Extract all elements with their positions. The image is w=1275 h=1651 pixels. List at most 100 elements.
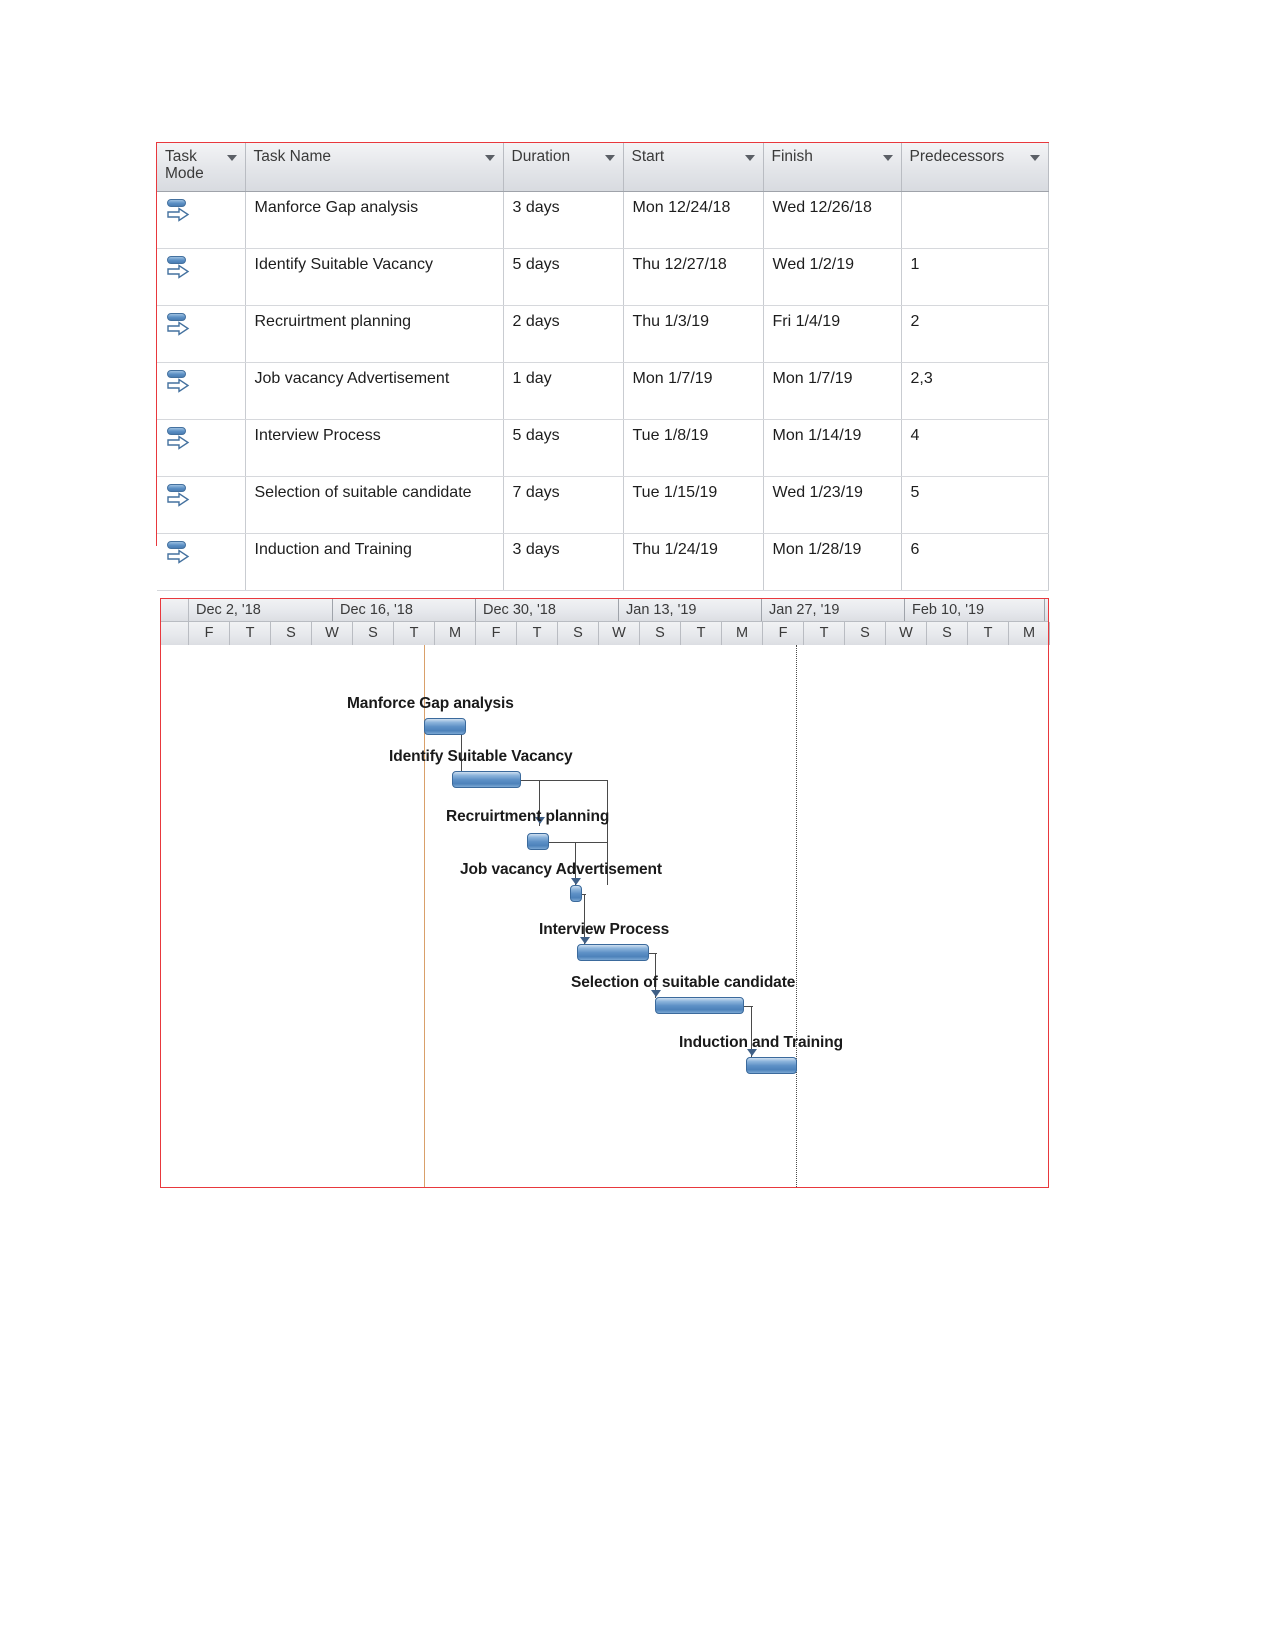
cell-start[interactable]: Mon 12/24/18 <box>623 191 764 249</box>
column-header-finish-label: Finish <box>771 148 813 165</box>
cell-task-mode[interactable] <box>157 362 246 420</box>
gantt-bar[interactable] <box>746 1057 797 1074</box>
filter-dropdown-icon-finish[interactable] <box>882 155 893 161</box>
cell-predecessors[interactable]: 2 <box>901 305 1049 363</box>
filter-dropdown-icon-duration[interactable] <box>604 155 615 161</box>
timescale-day: S <box>845 622 886 645</box>
timescale-day: S <box>927 622 968 645</box>
table-row[interactable]: Identify Suitable Vacancy 5 days Thu 12/… <box>157 248 1049 306</box>
gantt-bar[interactable] <box>570 885 582 902</box>
timescale-day: T <box>681 622 722 645</box>
filter-dropdown-icon-start[interactable] <box>744 155 755 161</box>
table-row[interactable]: Job vacancy Advertisement 1 day Mon 1/7/… <box>157 362 1049 420</box>
cell-duration[interactable]: 2 days <box>503 305 624 363</box>
bar-label: Identify Suitable Vacancy <box>389 748 573 765</box>
table-row[interactable]: Recruirtment planning 2 days Thu 1/3/19 … <box>157 305 1049 363</box>
cell-finish[interactable]: Wed 1/2/19 <box>763 248 902 306</box>
cell-start[interactable]: Thu 12/27/18 <box>623 248 764 306</box>
table-row[interactable]: Selection of suitable candidate 7 days T… <box>157 476 1049 534</box>
auto-schedule-icon <box>166 426 192 452</box>
table-body: Manforce Gap analysis 3 days Mon 12/24/1… <box>157 191 1049 591</box>
table-row[interactable]: Manforce Gap analysis 3 days Mon 12/24/1… <box>157 191 1049 249</box>
auto-schedule-icon <box>166 255 192 281</box>
timescale-day: M <box>435 622 476 645</box>
cell-task-name[interactable]: Recruirtment planning <box>245 305 504 363</box>
gantt-bar[interactable] <box>577 944 649 961</box>
column-header-task-mode[interactable]: Task Mode <box>157 143 246 192</box>
table-header-row: Task Mode Task Name Duration Start Finis… <box>157 143 1049 192</box>
cell-finish[interactable]: Mon 1/7/19 <box>763 362 902 420</box>
cell-task-mode[interactable] <box>157 533 246 591</box>
task-table: Task Mode Task Name Duration Start Finis… <box>157 143 1049 591</box>
timescale-day: W <box>599 622 640 645</box>
cell-predecessors[interactable]: 2,3 <box>901 362 1049 420</box>
gantt-bar[interactable] <box>452 771 521 788</box>
link-line <box>549 842 607 843</box>
timescale-day: F <box>763 622 804 645</box>
cell-predecessors[interactable]: 6 <box>901 533 1049 591</box>
link-line <box>649 953 657 954</box>
column-header-duration[interactable]: Duration <box>503 143 624 192</box>
cell-finish[interactable]: Wed 1/23/19 <box>763 476 902 534</box>
cell-duration[interactable]: 3 days <box>503 191 624 249</box>
arrow-right-icon <box>167 321 190 336</box>
cell-predecessors[interactable]: 4 <box>901 419 1049 477</box>
cell-duration[interactable]: 7 days <box>503 476 624 534</box>
bar-label: Interview Process <box>539 921 670 938</box>
cell-task-name[interactable]: Induction and Training <box>245 533 504 591</box>
cell-finish[interactable]: Mon 1/14/19 <box>763 419 902 477</box>
cell-task-name[interactable]: Identify Suitable Vacancy <box>245 248 504 306</box>
cell-task-mode[interactable] <box>157 419 246 477</box>
cell-task-mode[interactable] <box>157 305 246 363</box>
timescale-corner-lower <box>161 622 189 645</box>
gantt-bar[interactable] <box>655 997 744 1014</box>
timescale-day: F <box>189 622 230 645</box>
table-row[interactable]: Interview Process 5 days Tue 1/8/19 Mon … <box>157 419 1049 477</box>
filter-dropdown-icon-task-name[interactable] <box>484 155 495 161</box>
cell-task-mode[interactable] <box>157 248 246 306</box>
gantt-bar-area: Manforce Gap analysis Identify Suitable … <box>161 645 1048 1187</box>
cell-task-name[interactable]: Selection of suitable candidate <box>245 476 504 534</box>
cell-task-name[interactable]: Manforce Gap analysis <box>245 191 504 249</box>
timescale-day: T <box>394 622 435 645</box>
cell-start[interactable]: Tue 1/8/19 <box>623 419 764 477</box>
cell-start[interactable]: Thu 1/3/19 <box>623 305 764 363</box>
column-header-task-name[interactable]: Task Name <box>245 143 504 192</box>
cell-start[interactable]: Thu 1/24/19 <box>623 533 764 591</box>
timescale-week: Feb 10, '19 <box>905 599 1045 621</box>
cell-task-mode[interactable] <box>157 191 246 249</box>
filter-dropdown-icon-predecessors[interactable] <box>1029 155 1040 161</box>
arrow-right-icon <box>167 207 190 222</box>
gantt-bar[interactable] <box>424 718 466 735</box>
cell-duration[interactable]: 5 days <box>503 248 624 306</box>
cell-duration[interactable]: 3 days <box>503 533 624 591</box>
cell-task-name[interactable]: Interview Process <box>245 419 504 477</box>
cell-start[interactable]: Mon 1/7/19 <box>623 362 764 420</box>
column-header-predecessors[interactable]: Predecessors <box>901 143 1049 192</box>
cell-start[interactable]: Tue 1/15/19 <box>623 476 764 534</box>
timescale-day: W <box>312 622 353 645</box>
column-header-start[interactable]: Start <box>623 143 764 192</box>
cell-duration[interactable]: 1 day <box>503 362 624 420</box>
table-row[interactable]: Induction and Training 3 days Thu 1/24/1… <box>157 533 1049 591</box>
filter-dropdown-icon-task-mode[interactable] <box>226 155 237 161</box>
cell-predecessors[interactable]: 5 <box>901 476 1049 534</box>
cell-duration[interactable]: 5 days <box>503 419 624 477</box>
column-header-finish[interactable]: Finish <box>763 143 902 192</box>
bar-label: Manforce Gap analysis <box>347 695 514 712</box>
cell-finish[interactable]: Wed 12/26/18 <box>763 191 902 249</box>
cell-task-mode[interactable] <box>157 476 246 534</box>
timescale-week: Dec 30, '18 <box>476 599 619 621</box>
bar-label: Recruirtment planning <box>446 808 610 825</box>
cell-finish[interactable]: Fri 1/4/19 <box>763 305 902 363</box>
column-header-duration-label: Duration <box>511 148 571 165</box>
timescale-day: F <box>476 622 517 645</box>
gantt-bar[interactable] <box>527 833 549 850</box>
cell-predecessors[interactable]: 1 <box>901 248 1049 306</box>
timescale-week: Jan 27, '19 <box>762 599 905 621</box>
timescale-week-row: Dec 2, '18 Dec 16, '18 Dec 30, '18 Jan 1… <box>161 599 1048 622</box>
cell-predecessors[interactable] <box>901 191 1049 249</box>
arrow-right-icon <box>167 435 190 450</box>
cell-task-name[interactable]: Job vacancy Advertisement <box>245 362 504 420</box>
cell-finish[interactable]: Mon 1/28/19 <box>763 533 902 591</box>
